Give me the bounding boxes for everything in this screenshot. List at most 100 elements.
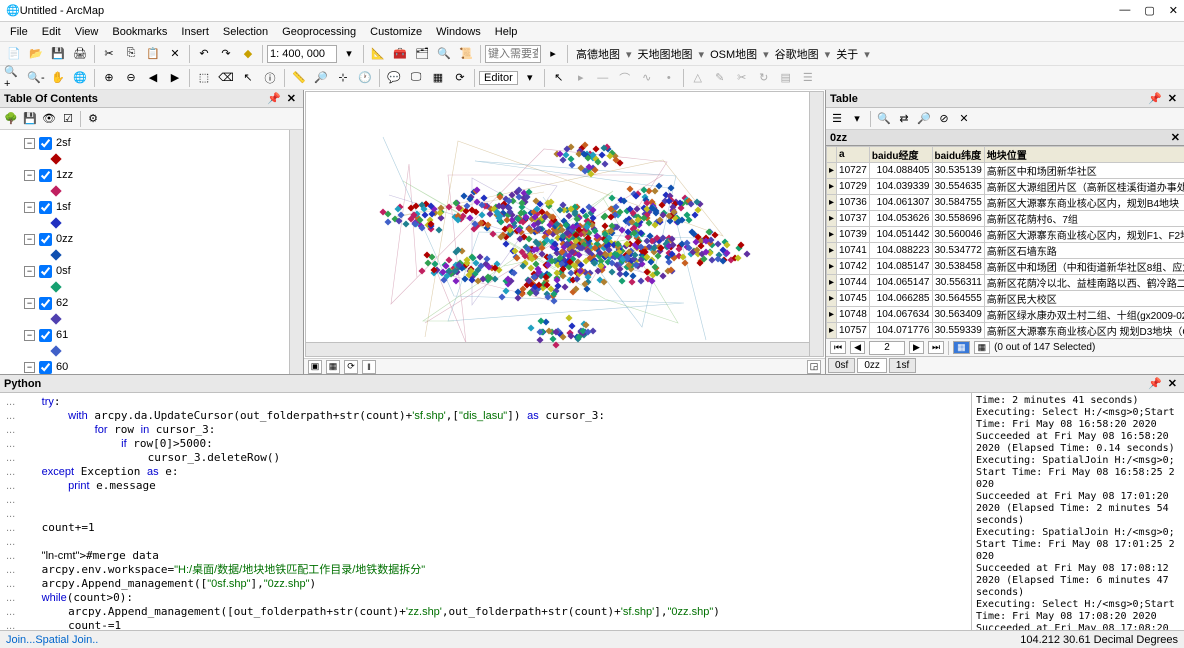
map-point[interactable] (560, 334, 567, 341)
layout-icon[interactable]: ▦ (428, 68, 448, 88)
table-clear-selection-icon[interactable]: ⊘ (935, 110, 953, 128)
map-point[interactable] (620, 198, 627, 205)
python-log-area[interactable]: Time: 2 minutes 41 seconds) Executing: S… (972, 393, 1184, 630)
map-point[interactable] (499, 294, 506, 301)
close-pane-icon[interactable]: ✕ (284, 92, 299, 105)
nav-page-input[interactable] (869, 341, 905, 355)
map-point[interactable] (616, 160, 623, 167)
clear-selection-icon[interactable]: ⌫ (216, 68, 236, 88)
map-point[interactable] (651, 188, 658, 195)
menu-edit[interactable]: Edit (36, 24, 67, 40)
map-point[interactable] (445, 204, 452, 211)
python-code-area[interactable]: ... try: ... with arcpy.da.UpdateCursor(… (0, 393, 972, 630)
map-point[interactable] (609, 269, 616, 276)
map-point[interactable] (630, 272, 637, 279)
map-point[interactable] (537, 318, 544, 325)
menu-customize[interactable]: Customize (364, 24, 428, 40)
sketch-props-icon[interactable]: ☰ (798, 68, 818, 88)
row-selector[interactable]: ▸ (827, 243, 837, 259)
toolbox-icon[interactable]: 🧰 (390, 44, 410, 64)
mapservice-天地图地图[interactable]: 天地图地图 (634, 49, 697, 61)
table-select-by-attr-icon[interactable]: 🔍 (875, 110, 893, 128)
expand-icon[interactable]: − (24, 266, 35, 277)
layer-0sf[interactable]: −0sf (0, 262, 303, 280)
map-point[interactable] (667, 185, 674, 192)
show-all-button[interactable]: ▦ (953, 341, 970, 354)
scale-dropdown-icon[interactable]: ▾ (339, 44, 359, 64)
layer-checkbox[interactable] (39, 361, 52, 374)
map-point[interactable] (486, 211, 493, 218)
map-point[interactable] (403, 221, 410, 228)
pause-button[interactable]: ‖ (362, 360, 376, 374)
layer-checkbox[interactable] (39, 169, 52, 182)
table-options-icon[interactable]: ☰ (828, 110, 846, 128)
row-selector[interactable]: ▸ (827, 195, 837, 211)
menu-file[interactable]: File (4, 24, 34, 40)
map-point[interactable] (714, 240, 721, 247)
list-by-drawing-icon[interactable]: 🌳 (2, 110, 20, 128)
layer-checkbox[interactable] (39, 329, 52, 342)
map-point[interactable] (514, 254, 521, 261)
map-point[interactable] (686, 216, 693, 223)
table-row[interactable]: ▸10744104.06514730.556311高新区花荫冷以北、益桂南路以西… (827, 275, 1184, 291)
map-point[interactable] (565, 314, 572, 321)
options-icon[interactable]: ⚙ (84, 110, 102, 128)
col-header[interactable]: baidu纬度 (932, 147, 984, 163)
menu-geoprocessing[interactable]: Geoprocessing (276, 24, 362, 40)
select-elements-icon[interactable]: ↖ (238, 68, 258, 88)
new-icon[interactable]: 📄 (4, 44, 24, 64)
sketch-icon[interactable]: ▸ (571, 68, 591, 88)
layer-checkbox[interactable] (39, 233, 52, 246)
map-point[interactable] (499, 204, 506, 211)
paste-icon[interactable]: 📋 (143, 44, 163, 64)
layer-1sf[interactable]: −1sf (0, 198, 303, 216)
map-point[interactable] (601, 160, 608, 167)
print-icon[interactable]: 🖨 (70, 44, 90, 64)
row-selector[interactable]: ▸ (827, 323, 837, 339)
map-point[interactable] (712, 231, 719, 238)
full-extent-icon[interactable]: 🌐 (70, 68, 90, 88)
menu-help[interactable]: Help (489, 24, 524, 40)
table-row[interactable]: ▸10736104.06130730.584755高新区大源寨东商业核心区内，规… (827, 195, 1184, 211)
select-features-icon[interactable]: ⬚ (194, 68, 214, 88)
expand-icon[interactable]: − (24, 330, 35, 341)
show-selected-button[interactable]: ▦ (974, 341, 991, 354)
map-point[interactable] (489, 231, 496, 238)
mapservice-谷歌地图[interactable]: 谷歌地图 (771, 49, 823, 61)
map-point[interactable] (474, 187, 481, 194)
nav-prev-icon[interactable]: ◀ (850, 341, 865, 354)
map-point[interactable] (418, 267, 425, 274)
find-go-icon[interactable]: ▸ (543, 44, 563, 64)
edit-vertices-icon[interactable]: △ (688, 68, 708, 88)
table-row[interactable]: ▸10741104.08822330.534772高新区石墙东路 (827, 243, 1184, 259)
editor-menu-label[interactable]: Editor (479, 71, 518, 85)
list-by-selection-icon[interactable]: ☑ (59, 110, 77, 128)
toc-tree[interactable]: −2sf−1zz−1sf−0zz−0sf−62−61−60−59−58−57 (0, 130, 303, 374)
menu-view[interactable]: View (69, 24, 105, 40)
find-input[interactable] (485, 45, 541, 63)
fixed-zoom-out-icon[interactable]: ⊖ (121, 68, 141, 88)
table-row[interactable]: ▸10727104.08840530.535139高新区中和场团新华社区 (827, 163, 1184, 179)
reshape-icon[interactable]: ✎ (710, 68, 730, 88)
measure-icon[interactable]: 📏 (289, 68, 309, 88)
search-icon[interactable]: 🔍 (434, 44, 454, 64)
col-header[interactable]: a (837, 147, 870, 163)
nav-next-icon[interactable]: ▶ (909, 341, 924, 354)
mapservice-高德地图[interactable]: 高德地图 (572, 49, 624, 61)
menu-selection[interactable]: Selection (217, 24, 274, 40)
status-joins[interactable]: Join...Spatial Join.. (6, 634, 98, 646)
bottom-tab-1sf[interactable]: 1sf (889, 358, 916, 373)
pin-icon[interactable]: 📌 (264, 92, 284, 105)
menu-insert[interactable]: Insert (175, 24, 215, 40)
map-point[interactable] (738, 241, 745, 248)
expand-icon[interactable]: − (24, 298, 35, 309)
map-point[interactable] (600, 279, 607, 286)
map-point[interactable] (453, 278, 460, 285)
layer-1zz[interactable]: −1zz (0, 166, 303, 184)
find-tool-icon[interactable]: 🔎 (311, 68, 331, 88)
map-point[interactable] (559, 272, 566, 279)
zoom-out-icon[interactable]: 🔍- (26, 68, 46, 88)
map-point[interactable] (461, 276, 468, 283)
expand-icon[interactable]: − (24, 202, 35, 213)
bottom-tab-0sf[interactable]: 0sf (828, 358, 855, 373)
